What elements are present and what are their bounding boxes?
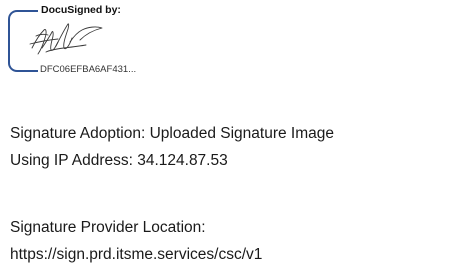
provider-location-label: Signature Provider Location: <box>10 219 206 236</box>
envelope-id: DFC06EFBA6AF431... <box>38 64 139 76</box>
ip-address-text: Using IP Address: 34.124.87.53 <box>10 152 228 169</box>
docusigned-by-label: DocuSigned by: <box>38 4 124 17</box>
signature-adoption-text: Signature Adoption: Uploaded Signature I… <box>10 125 335 142</box>
handwritten-signature-image <box>29 23 103 55</box>
docusign-signature-block: DocuSigned by: DFC06EFBA6AF431... <box>8 4 188 76</box>
provider-location-url: https://sign.prd.itsme.services/csc/v1 <box>10 246 263 263</box>
